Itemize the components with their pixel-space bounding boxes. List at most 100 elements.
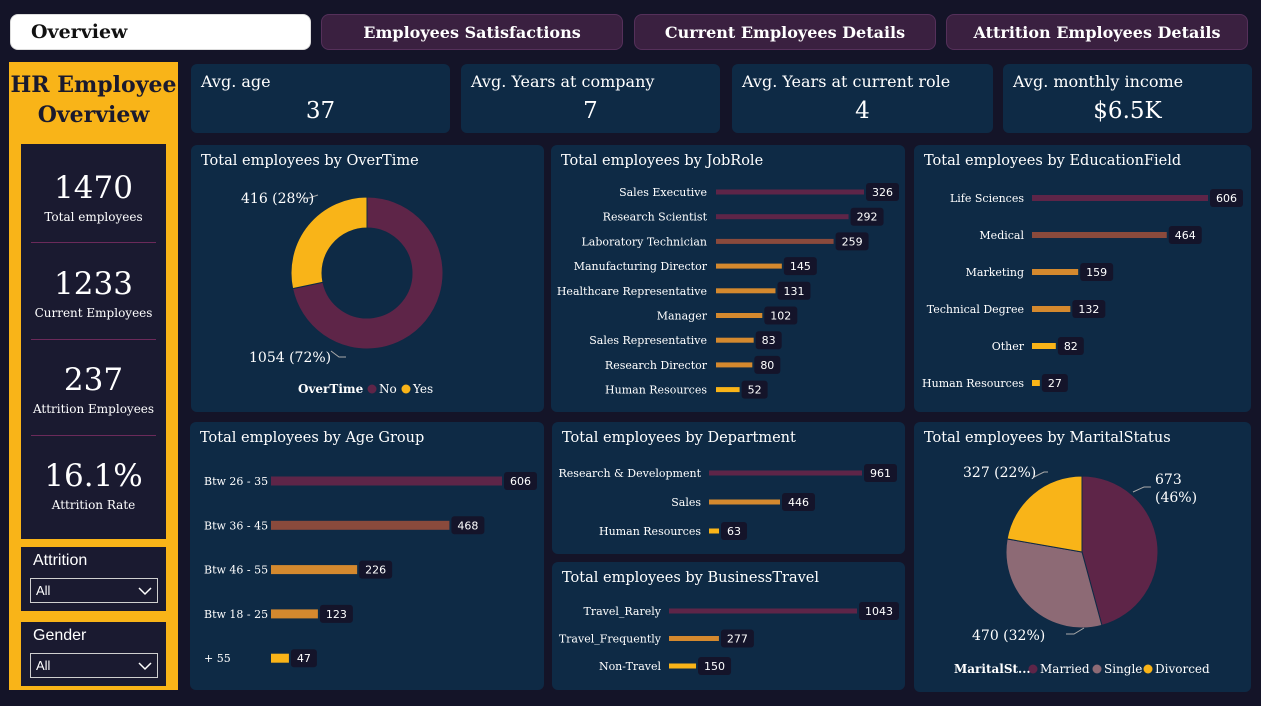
bar[interactable] [669, 663, 697, 669]
bar[interactable] [1032, 232, 1167, 238]
legend-dot-single [1092, 664, 1102, 674]
kpi-stack: 1470 Total employees 1233 Current Employ… [21, 144, 166, 539]
dropdown-value: All [36, 658, 51, 673]
legend-label-married[interactable]: Married [1040, 662, 1090, 676]
kpi-value: 16.1% [44, 458, 143, 494]
data-label: 145 [790, 260, 811, 273]
bar-category-label: Travel_Rarely [584, 605, 662, 618]
bar[interactable] [669, 636, 719, 641]
bar[interactable] [1032, 195, 1208, 201]
gender-dropdown[interactable]: All [30, 653, 158, 678]
leader-line [1132, 486, 1151, 493]
bar[interactable] [709, 470, 862, 476]
legend-dot-married [1028, 664, 1038, 674]
bar-category-label: Non-Travel [599, 660, 662, 673]
data-label: 259 [842, 235, 863, 248]
bar-category-label: + 55 [204, 652, 231, 665]
data-label: 27 [1048, 377, 1062, 390]
card-avg-age: Avg. age 37 [191, 64, 450, 133]
bar-category-label: Btw 26 - 35 [204, 475, 268, 488]
data-label: 159 [1086, 266, 1107, 279]
legend-label-divorced[interactable]: Divorced [1155, 662, 1210, 676]
kpi-label: Attrition Employees [32, 402, 155, 416]
slice-label-divorced: 327 (22%) [963, 465, 1036, 481]
bar[interactable] [1032, 269, 1079, 275]
bar[interactable] [271, 565, 358, 575]
tab-employees-satisfactions[interactable]: Employees Satisfactions [321, 14, 623, 50]
kpi-value: 1233 [54, 266, 133, 302]
bar[interactable] [716, 214, 849, 220]
data-label: 52 [748, 384, 762, 397]
data-label: 82 [1064, 340, 1078, 353]
data-label: 63 [727, 525, 741, 538]
kpi-value: 237 [63, 362, 124, 398]
bar-category-label: Technical Degree [927, 303, 1024, 316]
data-label: 150 [704, 660, 725, 673]
bar[interactable] [716, 337, 754, 343]
bar-category-label: Life Sciences [950, 192, 1024, 205]
bar[interactable] [271, 520, 450, 530]
marital-pie: 673 (46%) 470 (32%) 327 (22%) MaritalSt... Ma… [954, 465, 1210, 676]
bar[interactable] [1032, 380, 1040, 386]
bar[interactable] [709, 499, 781, 505]
pie-slice-divorced[interactable] [1006, 475, 1083, 553]
bar[interactable] [709, 528, 720, 534]
legend-dot-yes [401, 384, 411, 394]
slice-label-single: 470 (32%) [972, 628, 1045, 644]
data-label: 47 [297, 652, 311, 665]
pie-slice-yes[interactable] [290, 196, 368, 290]
bar[interactable] [716, 288, 776, 294]
travel-bars: Travel_Rarely 1043 Travel_Frequently 277 Non… [559, 602, 899, 675]
bar[interactable] [716, 263, 782, 269]
kpi-divider [31, 435, 156, 436]
bar-category-label: Marketing [966, 266, 1024, 279]
bar[interactable] [716, 362, 753, 368]
bar-category-label: Laboratory Technician [581, 235, 707, 248]
agegroup-bars: Btw 26 - 35 606 Btw 36 - 45 468 Btw 46 - 55 2… [204, 472, 537, 668]
sidebar-title-line1: HR Employee [10, 72, 177, 98]
legend-label-yes[interactable]: Yes [412, 382, 433, 396]
chart-overtime: Total employees by OverTime 1054 (72%) 41… [191, 145, 544, 412]
card-value: 7 [583, 98, 598, 124]
bar-category-label: Btw 36 - 45 [204, 519, 268, 532]
kpi-divider [31, 242, 156, 243]
data-label: 1043 [865, 605, 893, 618]
slicer-title: Gender [33, 627, 87, 644]
bar-category-label: Manufacturing Director [574, 260, 708, 273]
tab-attrition-employees-details[interactable]: Attrition Employees Details [946, 14, 1248, 50]
bar-category-label: Sales [671, 496, 701, 509]
card-avg-years-role: Avg. Years at current role 4 [732, 64, 993, 133]
bar[interactable] [1032, 306, 1071, 312]
slice-label-married: 673 [1155, 472, 1182, 488]
bar[interactable] [271, 653, 289, 663]
card-value: $6.5K [1093, 98, 1162, 124]
bar[interactable] [716, 189, 864, 195]
bar[interactable] [669, 608, 857, 614]
bar[interactable] [716, 238, 834, 244]
bar[interactable] [271, 476, 502, 486]
bar-category-label: Research Director [605, 359, 708, 372]
bar[interactable] [716, 387, 740, 393]
slicer-title: Attrition [33, 552, 88, 569]
data-label: 446 [788, 496, 809, 509]
bar[interactable] [1032, 343, 1056, 349]
card-value: 37 [305, 98, 336, 124]
dropdown-value: All [36, 583, 51, 598]
kpi-total-employees: 1470 Total employees [21, 170, 166, 225]
attrition-dropdown[interactable]: All [30, 578, 158, 603]
card-avg-monthly-income: Avg. monthly income $6.5K [1003, 64, 1252, 133]
legend-label-no[interactable]: No [379, 382, 397, 396]
legend-label-single[interactable]: Single [1104, 662, 1142, 676]
sidebar-title: HR Employee Overview [9, 70, 178, 130]
bar[interactable] [271, 609, 318, 619]
card-avg-years-company: Avg. Years at company 7 [461, 64, 720, 133]
tab-current-employees-details[interactable]: Current Employees Details [634, 14, 936, 50]
sidebar: HR Employee Overview 1470 Total employee… [9, 62, 178, 690]
card-value: 4 [855, 98, 870, 124]
bar-category-label: Sales Representative [589, 334, 707, 347]
kpi-label: Current Employees [34, 306, 153, 320]
tab-overview[interactable]: Overview [10, 14, 311, 50]
bar-category-label: Healthcare Representative [557, 285, 707, 298]
gender-slicer: Gender All [21, 622, 166, 686]
bar[interactable] [716, 313, 763, 318]
